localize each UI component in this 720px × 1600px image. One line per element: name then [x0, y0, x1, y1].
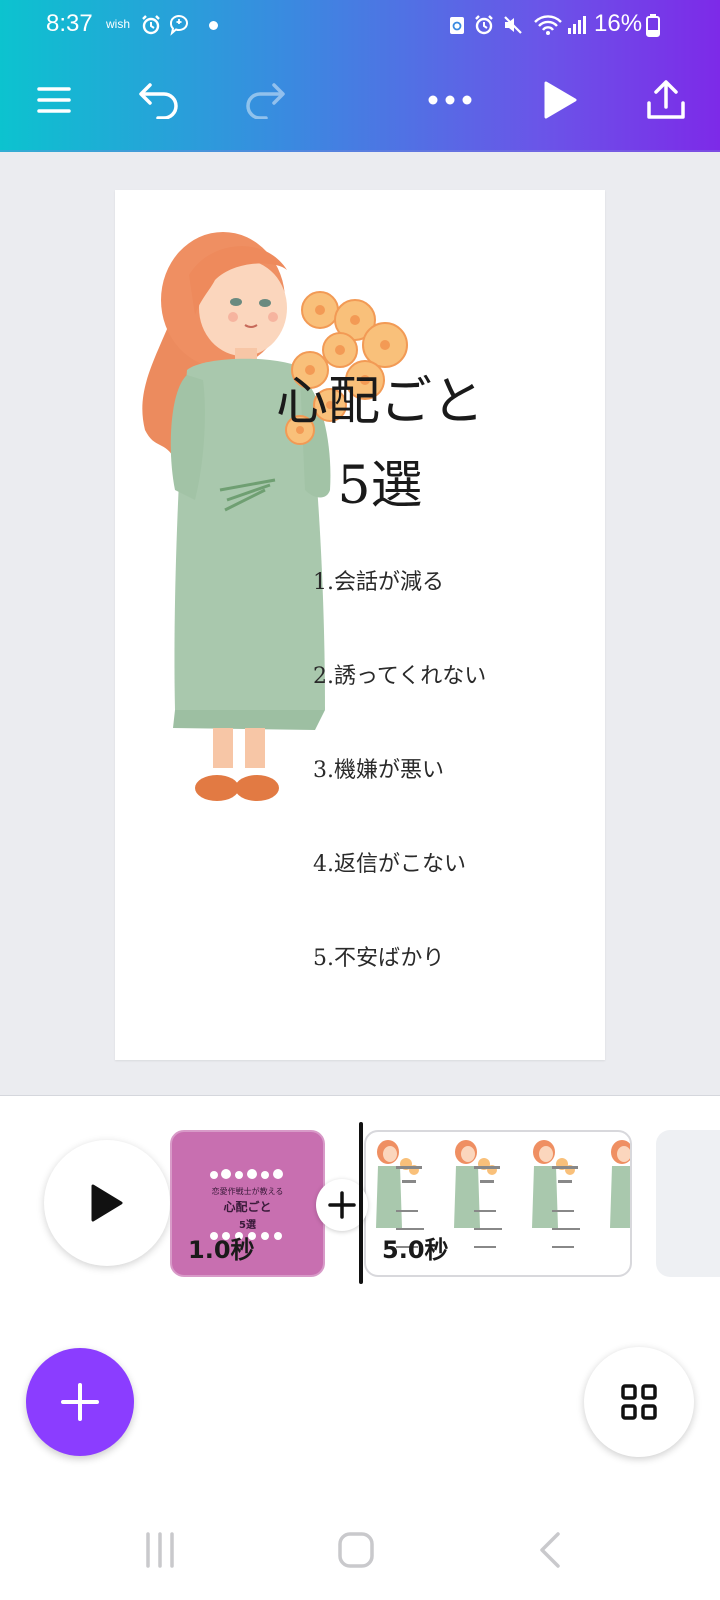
- clip-1-duration: 1.0秒: [188, 1236, 255, 1264]
- design-page[interactable]: 心配ごと 5選 1.会話が減る 2.誘ってくれない 3.機嫌が悪い 4.返信がこ…: [115, 190, 605, 1060]
- design-title-line1: 心配ごと: [275, 372, 484, 432]
- more-icon: [428, 95, 472, 105]
- signal-icon: [564, 12, 590, 38]
- plus-icon: [61, 1383, 99, 1421]
- chat-bulb-icon: [166, 12, 192, 38]
- design-list-item[interactable]: 4.返信がこない: [313, 846, 466, 878]
- top-bar: 8:37 wish 16%: [0, 0, 720, 152]
- play-icon: [544, 81, 577, 119]
- more-button[interactable]: [420, 70, 480, 130]
- design-list-item[interactable]: 2.誘ってくれない: [313, 658, 486, 690]
- design-list-item[interactable]: 5.不安ばかり: [313, 940, 444, 972]
- battery-percent: 16%: [594, 10, 643, 37]
- home-button[interactable]: [326, 1520, 386, 1580]
- back-button[interactable]: [522, 1520, 582, 1580]
- wifi-icon: [532, 12, 564, 38]
- redo-button[interactable]: [234, 70, 294, 130]
- share-button[interactable]: [636, 70, 696, 130]
- flower-garland-icon: [210, 1169, 283, 1179]
- play-icon: [91, 1184, 123, 1222]
- design-list-item[interactable]: 3.機嫌が悪い: [313, 752, 444, 784]
- mute-icon: [500, 12, 526, 38]
- timeline-clip-2[interactable]: 5.0秒: [364, 1130, 632, 1277]
- girl-illustration[interactable]: [115, 190, 605, 1060]
- share-icon: [647, 80, 685, 119]
- clip-1-mini-subtitle: 5選: [239, 1220, 256, 1231]
- editor-toolbar: [0, 52, 720, 150]
- recycle-icon: [444, 12, 470, 38]
- play-preview-button[interactable]: [530, 70, 590, 130]
- status-carrier: wish: [106, 17, 131, 31]
- undo-icon: [139, 83, 178, 119]
- menu-button[interactable]: [24, 70, 84, 130]
- add-element-button[interactable]: [26, 1348, 134, 1456]
- redo-icon: [246, 83, 285, 119]
- timeline-playhead[interactable]: [359, 1122, 363, 1284]
- timeline-play-button[interactable]: [44, 1140, 170, 1266]
- home-icon: [338, 1532, 374, 1568]
- design-title-line2: 5選: [337, 456, 423, 516]
- grid-view-button[interactable]: [584, 1347, 694, 1457]
- timeline-add-clip-slot[interactable]: [656, 1130, 720, 1277]
- undo-button[interactable]: [130, 70, 190, 130]
- alarm-icon-2: [471, 12, 497, 38]
- clip-1-mini-title: 心配ごと: [223, 1200, 272, 1214]
- battery-icon: [645, 12, 661, 38]
- clip-1-mini-text: 恋愛作戦士が教える: [211, 1187, 284, 1196]
- notification-dot: [209, 21, 218, 30]
- system-nav-bar: [0, 1500, 720, 1600]
- design-list-item[interactable]: 1.会話が減る: [313, 564, 444, 596]
- plus-icon: [328, 1191, 356, 1219]
- alarm-icon: [138, 12, 164, 38]
- back-icon: [540, 1532, 560, 1568]
- status-bar: 8:37 wish 16%: [0, 0, 720, 52]
- grid-icon: [621, 1384, 657, 1420]
- recents-icon: [146, 1532, 174, 1568]
- recents-button[interactable]: [130, 1520, 190, 1580]
- design-title[interactable]: 心配ごと 5選: [275, 360, 485, 528]
- menu-icon: [37, 87, 71, 113]
- timeline-clip-1[interactable]: 恋愛作戦士が教える 心配ごと 5選 1.0秒: [170, 1130, 325, 1277]
- clip-2-duration: 5.0秒: [382, 1236, 449, 1264]
- status-time: 8:37: [46, 10, 93, 37]
